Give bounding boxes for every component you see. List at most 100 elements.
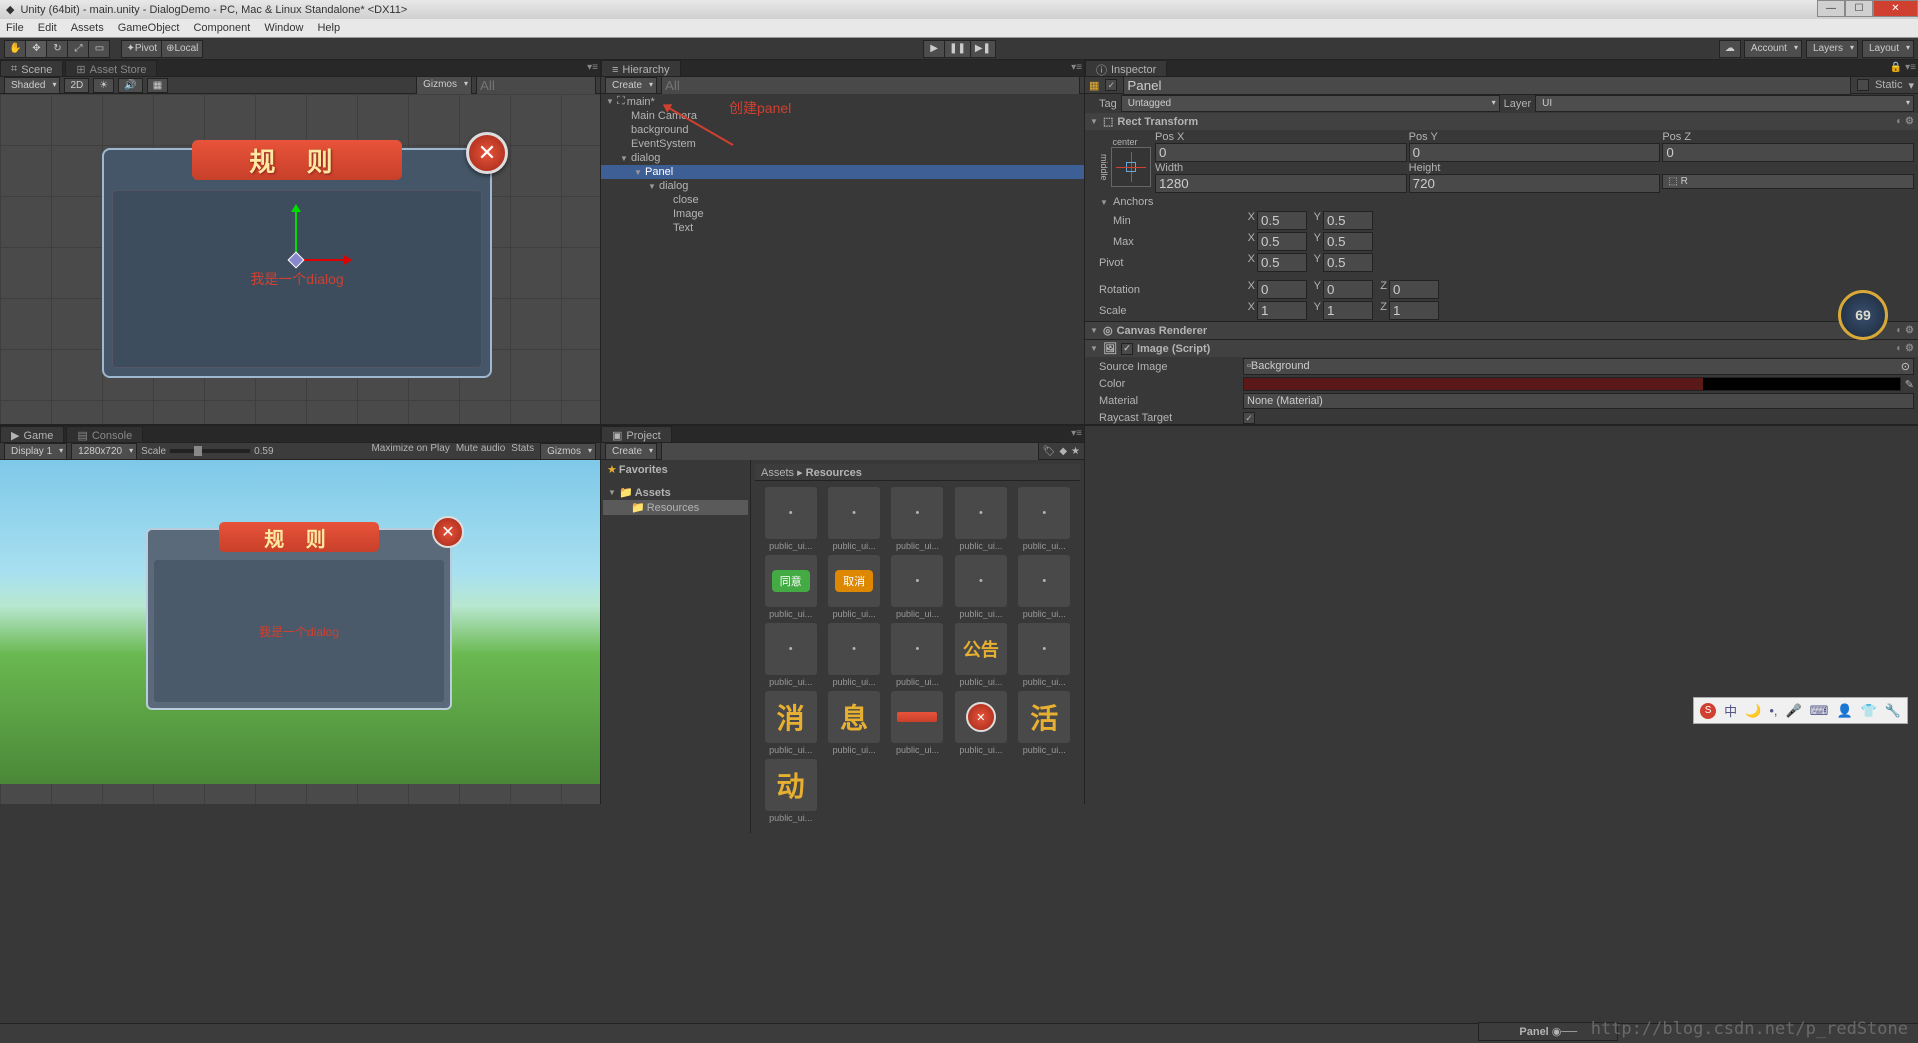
display-dropdown[interactable]: Display 1 <box>4 443 67 460</box>
asset-item[interactable]: 息public_ui... <box>824 691 883 755</box>
anchor-preset-button[interactable] <box>1111 147 1151 187</box>
asset-item[interactable]: •public_ui... <box>888 623 947 687</box>
search-save-icon[interactable]: ★ <box>1071 446 1080 457</box>
tab-asset-store[interactable]: ⊞Asset Store <box>65 60 157 76</box>
asset-item[interactable]: •public_ui... <box>1015 487 1074 551</box>
asset-item[interactable]: •public_ui... <box>824 487 883 551</box>
hierarchy-item[interactable]: EventSystem <box>601 137 1084 151</box>
hierarchy-item[interactable]: ▼dialog <box>601 179 1084 193</box>
menu-gameobject[interactable]: GameObject <box>118 22 180 34</box>
maximize-button[interactable]: ☐ <box>1845 0 1873 17</box>
panel-menu-icon[interactable]: ▾≡ <box>1071 428 1082 439</box>
asset-item[interactable]: •public_ui... <box>824 623 883 687</box>
posz-input[interactable] <box>1662 143 1914 162</box>
foldout-icon[interactable]: ▼ <box>1089 117 1099 126</box>
project-breadcrumb[interactable]: Assets ▸ Resources <box>755 464 1080 481</box>
panel-menu-icon[interactable]: ▾≡ <box>1071 62 1082 73</box>
component-gear-icon[interactable]: ◐ ⚙ <box>1896 343 1914 354</box>
hierarchy-create-dropdown[interactable]: Create <box>605 77 657 94</box>
tab-console[interactable]: ▤Console <box>66 426 143 442</box>
asset-item[interactable]: •public_ui... <box>888 555 947 619</box>
pivot-y[interactable] <box>1323 253 1373 272</box>
tab-game[interactable]: ▶Game <box>0 426 64 442</box>
raycast-checkbox[interactable]: ✓ <box>1243 412 1255 424</box>
asset-item[interactable]: 同意public_ui... <box>761 555 820 619</box>
step-button[interactable]: ▶❚ <box>970 40 996 58</box>
menu-window[interactable]: Window <box>264 22 303 34</box>
pivot-toggle[interactable]: ✦ Pivot <box>121 40 162 58</box>
menu-help[interactable]: Help <box>317 22 340 34</box>
scale-y[interactable] <box>1323 301 1373 320</box>
tab-project[interactable]: ▣Project <box>601 426 672 442</box>
project-assets-grid[interactable]: Assets ▸ Resources •public_ui...•public_… <box>751 460 1084 833</box>
scale-x[interactable] <box>1257 301 1307 320</box>
color-field[interactable] <box>1243 377 1901 391</box>
foldout-icon[interactable]: ▼ <box>1089 326 1099 335</box>
rotate-tool-button[interactable]: ↻ <box>46 40 68 58</box>
foldout-icon[interactable]: ▼ <box>1099 198 1109 207</box>
stats-toggle[interactable]: Stats <box>511 443 534 460</box>
asset-item[interactable]: •public_ui... <box>1015 555 1074 619</box>
cloud-button[interactable]: ☁ <box>1719 40 1741 58</box>
blueprint-button[interactable]: ⬚ R <box>1662 174 1914 189</box>
search-type-icon[interactable]: ◆ <box>1059 446 1067 457</box>
rot-y[interactable] <box>1323 280 1373 299</box>
asset-item[interactable]: 公告public_ui... <box>951 623 1010 687</box>
account-dropdown[interactable]: Account <box>1744 40 1802 58</box>
tab-scene[interactable]: ⌗Scene <box>0 60 63 76</box>
asset-item[interactable]: •public_ui... <box>951 555 1010 619</box>
width-input[interactable] <box>1155 174 1407 193</box>
asset-item[interactable]: ✕public_ui... <box>951 691 1010 755</box>
anchor-min-y[interactable] <box>1323 211 1373 230</box>
component-gear-icon[interactable]: ◐ ⚙ <box>1896 116 1914 127</box>
menu-component[interactable]: Component <box>193 22 250 34</box>
game-gizmos-dropdown[interactable]: Gizmos <box>540 443 596 460</box>
asset-item[interactable]: 消public_ui... <box>761 691 820 755</box>
static-dropdown-icon[interactable]: ▾ <box>1908 79 1914 92</box>
hierarchy-item[interactable]: Image <box>601 207 1084 221</box>
tag-dropdown[interactable]: Untagged <box>1121 95 1500 112</box>
panel-menu-icon[interactable]: ▾≡ <box>587 62 598 73</box>
anchor-max-y[interactable] <box>1323 232 1373 251</box>
project-tree[interactable]: ★ Favorites ▼📁 Assets 📁 Resources <box>601 460 751 833</box>
layout-dropdown[interactable]: Layout <box>1862 40 1914 58</box>
hierarchy-item[interactable]: close <box>601 193 1084 207</box>
asset-item[interactable]: public_ui... <box>888 691 947 755</box>
asset-item[interactable]: •public_ui... <box>761 487 820 551</box>
active-checkbox[interactable]: ✓ <box>1105 79 1117 91</box>
panel-menu-icon[interactable]: 🔒 ▾≡ <box>1890 62 1916 73</box>
hand-tool-button[interactable]: ✋ <box>4 40 26 58</box>
menu-assets[interactable]: Assets <box>71 22 104 34</box>
hierarchy-item[interactable]: background <box>601 123 1084 137</box>
height-input[interactable] <box>1409 174 1661 193</box>
resolution-dropdown[interactable]: 1280x720 <box>71 443 137 460</box>
pivot-x[interactable] <box>1257 253 1307 272</box>
scale-slider[interactable] <box>170 449 250 453</box>
layers-dropdown[interactable]: Layers <box>1806 40 1858 58</box>
scale-z[interactable] <box>1389 301 1439 320</box>
project-create-dropdown[interactable]: Create <box>605 443 657 460</box>
ime-toolbar[interactable]: S 中🌙•,🎤⌨👤👕🔧 <box>1693 697 1908 724</box>
hierarchy-item[interactable]: ▼⛶main* <box>601 94 1084 109</box>
layer-dropdown[interactable]: UI <box>1535 95 1914 112</box>
material-field[interactable]: None (Material) <box>1243 393 1914 409</box>
lighting-toggle[interactable]: ☀ <box>93 78 114 93</box>
posy-input[interactable] <box>1409 143 1661 162</box>
gizmos-dropdown[interactable]: Gizmos <box>416 76 472 95</box>
asset-item[interactable]: •public_ui... <box>888 487 947 551</box>
rot-z[interactable] <box>1389 280 1439 299</box>
gameobject-name-input[interactable] <box>1123 77 1851 95</box>
asset-item[interactable]: •public_ui... <box>1015 623 1074 687</box>
eyedropper-icon[interactable]: ✎ <box>1905 378 1914 391</box>
mute-toggle[interactable]: Mute audio <box>456 443 505 460</box>
project-search-input[interactable] <box>661 442 1039 461</box>
asset-item[interactable]: 取消public_ui... <box>824 555 883 619</box>
anchor-min-x[interactable] <box>1257 211 1307 230</box>
foldout-icon[interactable]: ▼ <box>1089 344 1099 353</box>
2d-toggle[interactable]: 2D <box>64 78 89 93</box>
asset-item[interactable]: 动public_ui... <box>761 759 820 823</box>
hierarchy-search-input[interactable] <box>661 76 1080 95</box>
scene-search-input[interactable] <box>476 76 596 95</box>
close-window-button[interactable]: ✕ <box>1873 0 1918 17</box>
tab-inspector[interactable]: ⓘInspector <box>1085 60 1167 76</box>
